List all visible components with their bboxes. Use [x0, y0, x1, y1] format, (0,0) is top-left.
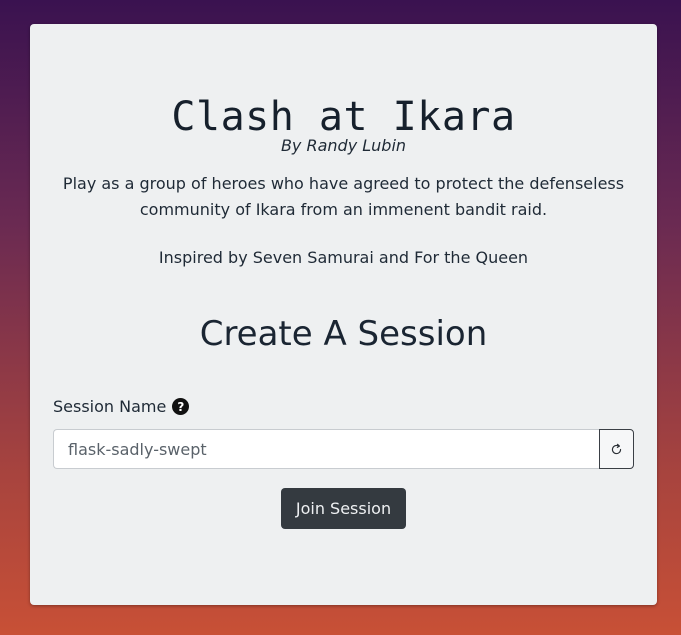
refresh-session-name-button[interactable] [599, 429, 634, 469]
game-description: Play as a group of heroes who have agree… [62, 174, 625, 219]
join-session-button[interactable]: Join Session [281, 488, 406, 529]
session-name-label: Session Name [53, 397, 167, 416]
session-name-input-group [53, 429, 634, 469]
game-title: Clash at Ikara [171, 94, 516, 140]
session-name-label-row: Session Name ? [53, 397, 190, 416]
question-circle-icon[interactable]: ? [172, 398, 190, 415]
refresh-icon [611, 443, 622, 454]
session-name-input[interactable] [53, 429, 599, 469]
create-session-heading: Create A Session [199, 314, 488, 354]
session-card: Clash at Ikara By Randy Lubin Play as a … [30, 24, 657, 605]
inspired-by-text: Inspired by Seven Samurai and For the Qu… [158, 248, 529, 267]
author-byline: By Randy Lubin [280, 136, 407, 155]
